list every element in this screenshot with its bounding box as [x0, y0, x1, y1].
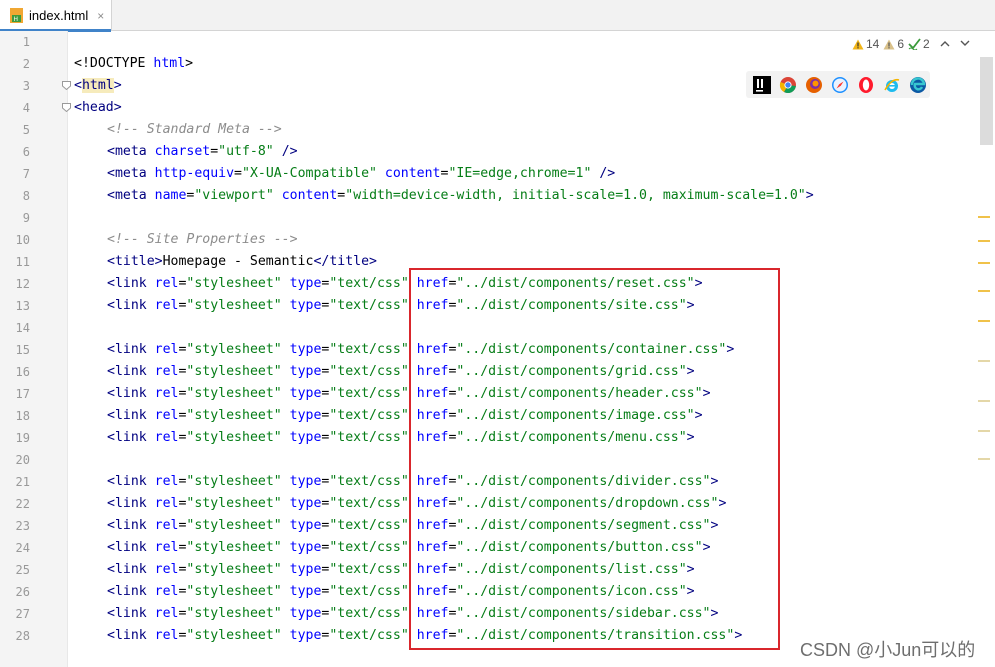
line-number: 3 — [22, 79, 30, 93]
code-line-6: <meta charset="utf-8" /> — [107, 144, 298, 159]
line-number: 15 — [15, 343, 30, 357]
line-number: 24 — [15, 541, 30, 555]
line-number: 28 — [15, 629, 30, 643]
fold-marker-icon[interactable] — [62, 103, 71, 112]
code-line-3: <html> — [74, 78, 122, 93]
line-number: 27 — [15, 607, 30, 621]
code-line-link: <link rel="stylesheet" type="text/css" h… — [107, 606, 719, 621]
code-line-link: <link rel="stylesheet" type="text/css" h… — [107, 562, 695, 577]
editor-tab-bar: H index.html × — [0, 0, 995, 32]
scroll-marker — [978, 400, 990, 402]
weak-warning-icon — [883, 39, 895, 49]
close-icon[interactable]: × — [97, 9, 104, 23]
line-number: 16 — [15, 365, 30, 379]
warning-count[interactable]: 14 — [852, 37, 879, 51]
edge-icon[interactable] — [907, 74, 928, 95]
line-number: 2 — [22, 57, 30, 71]
code-line-link: <link rel="stylesheet" type="text/css" h… — [107, 518, 719, 533]
code-line-11: <title>Homepage - Semantic</title> — [107, 254, 377, 269]
line-number: 23 — [15, 519, 30, 533]
code-line-7: <meta http-equiv="X-UA-Compatible" conte… — [107, 166, 616, 181]
line-number: 10 — [15, 233, 30, 247]
line-number: 9 — [22, 211, 30, 225]
code-line-link: <link rel="stylesheet" type="text/css" h… — [107, 408, 703, 423]
chevron-up-icon[interactable] — [940, 38, 950, 50]
line-number: 6 — [22, 145, 30, 159]
line-number: 1 — [22, 35, 30, 49]
line-number: 22 — [15, 497, 30, 511]
watermark: CSDN @小Jun可以的 — [800, 640, 976, 660]
opera-icon[interactable] — [855, 74, 876, 95]
code-line-5: <!-- Standard Meta --> — [107, 122, 282, 137]
line-number: 19 — [15, 431, 30, 445]
firefox-icon[interactable] — [803, 74, 824, 95]
line-number: 26 — [15, 585, 30, 599]
scrollbar-thumb[interactable] — [980, 57, 993, 145]
typo-check-icon — [908, 38, 921, 50]
code-line-link: <link rel="stylesheet" type="text/css" h… — [107, 364, 695, 379]
code-line-4: <head> — [74, 100, 122, 115]
line-number: 4 — [22, 101, 30, 115]
intellij-icon[interactable] — [751, 74, 772, 95]
chevron-down-icon[interactable] — [960, 38, 970, 50]
scroll-marker — [978, 262, 990, 264]
line-number: 14 — [15, 321, 30, 335]
html-file-icon: H — [10, 8, 23, 23]
svg-text:H: H — [14, 16, 19, 23]
line-number: 8 — [22, 189, 30, 203]
code-line-link: <link rel="stylesheet" type="text/css" h… — [107, 496, 727, 511]
line-number: 18 — [15, 409, 30, 423]
code-line-link: <link rel="stylesheet" type="text/css" h… — [107, 474, 719, 489]
code-line-link: <link rel="stylesheet" type="text/css" h… — [107, 430, 695, 445]
line-number: 17 — [15, 387, 30, 401]
browser-preview-toolbar — [746, 71, 930, 98]
vertical-scrollbar[interactable] — [978, 57, 995, 667]
scroll-marker — [978, 360, 990, 362]
typo-count[interactable]: 2 — [908, 37, 930, 51]
scroll-marker — [978, 320, 990, 322]
line-number: 21 — [15, 475, 30, 489]
line-number: 12 — [15, 277, 30, 291]
code-line-link: <link rel="stylesheet" type="text/css" h… — [107, 276, 703, 291]
weak-warning-count[interactable]: 6 — [883, 37, 904, 51]
code-line-link: <link rel="stylesheet" type="text/css" h… — [107, 386, 711, 401]
scroll-marker — [978, 430, 990, 432]
code-line-link: <link rel="stylesheet" type="text/css" h… — [107, 540, 711, 555]
code-line-2: <!DOCTYPE html> — [74, 56, 194, 71]
tab-label: index.html — [29, 8, 89, 23]
chrome-icon[interactable] — [777, 74, 798, 95]
code-line-8: <meta name="viewport" content="width=dev… — [107, 188, 814, 203]
scroll-marker — [978, 240, 990, 242]
line-number: 25 — [15, 563, 30, 577]
inspection-widget[interactable]: 14 6 2 — [852, 36, 970, 52]
code-editor[interactable]: <!DOCTYPE html> <html> <head> <!-- Stand… — [74, 31, 974, 667]
line-number: 7 — [22, 167, 30, 181]
scroll-marker — [978, 458, 990, 460]
safari-icon[interactable] — [829, 74, 850, 95]
code-line-link: <link rel="stylesheet" type="text/css" h… — [107, 298, 695, 313]
line-number: 11 — [15, 255, 30, 269]
line-number: 13 — [15, 299, 30, 313]
code-line-link: <link rel="stylesheet" type="text/css" h… — [107, 584, 695, 599]
code-line-link: <link rel="stylesheet" type="text/css" h… — [107, 628, 743, 643]
code-line-10: <!-- Site Properties --> — [107, 232, 298, 247]
fold-marker-icon[interactable] — [62, 81, 71, 90]
ie-icon[interactable] — [881, 74, 902, 95]
tab-index-html[interactable]: H index.html × — [0, 0, 112, 32]
code-line-link: <link rel="stylesheet" type="text/css" h… — [107, 342, 735, 357]
scroll-marker — [978, 216, 990, 218]
line-number: 20 — [15, 453, 30, 467]
line-number: 5 — [22, 123, 30, 137]
scroll-marker — [978, 290, 990, 292]
warning-icon — [852, 39, 864, 49]
